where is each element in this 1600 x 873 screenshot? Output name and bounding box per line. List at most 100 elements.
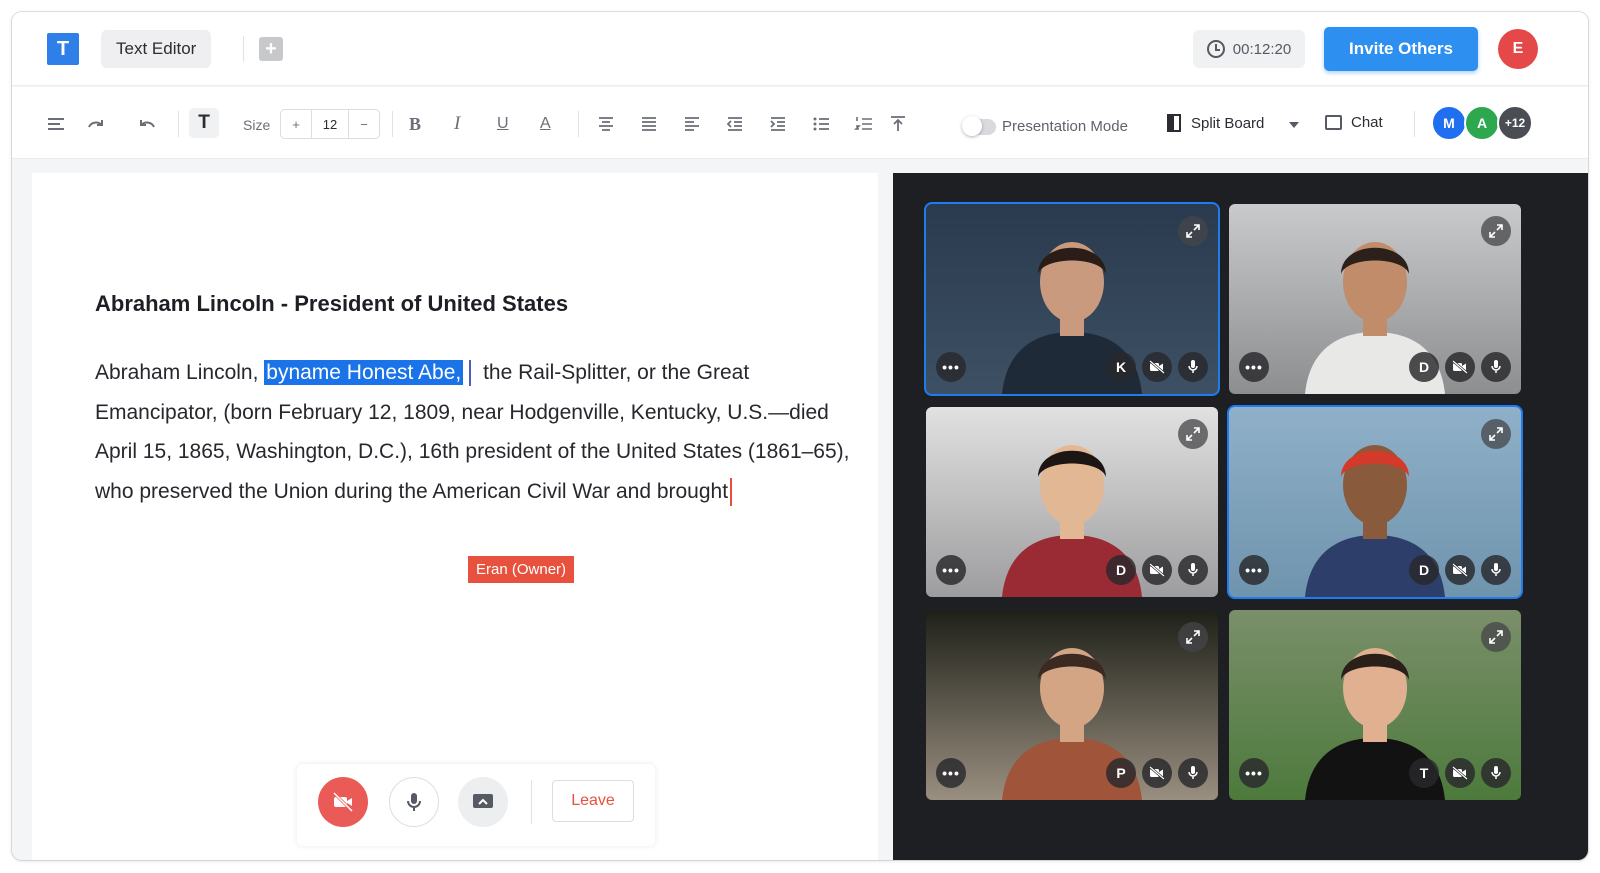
body-text-before: Abraham Lincoln,	[95, 361, 265, 384]
camera-off-button[interactable]	[318, 777, 368, 827]
participant-initial: T	[1409, 758, 1439, 788]
document-body[interactable]: Abraham Lincoln, byname Honest Abe, the …	[95, 353, 855, 511]
video-grid: ••• K ••• D ••• D ••• D ••• P ••• T	[893, 173, 1588, 860]
numbered-list-icon[interactable]	[854, 112, 874, 136]
expand-icon[interactable]	[1481, 622, 1511, 652]
italic-icon[interactable]: I	[454, 112, 460, 136]
camera-off-icon	[332, 791, 354, 813]
formatting-toolbar: T Size + 12 − B I U A Presentation Mode …	[12, 87, 1588, 159]
expand-icon[interactable]	[1481, 216, 1511, 246]
split-board-label: Split Board	[1191, 114, 1265, 132]
call-timer: 00:12:20	[1193, 30, 1305, 68]
microphone-icon[interactable]	[1481, 555, 1511, 585]
leave-button[interactable]: Leave	[552, 780, 634, 822]
bold-icon[interactable]: B	[409, 112, 421, 136]
timer-value: 00:12:20	[1232, 40, 1292, 58]
outdent-icon[interactable]	[725, 112, 745, 136]
more-options-icon[interactable]: •••	[1239, 758, 1269, 788]
align-top-icon[interactable]	[888, 112, 908, 136]
remote-cursor-caret	[730, 477, 733, 506]
more-options-icon[interactable]: •••	[936, 352, 966, 382]
more-options-icon[interactable]: •••	[936, 758, 966, 788]
chat-label: Chat	[1351, 114, 1383, 131]
video-tile[interactable]: ••• P	[926, 610, 1218, 800]
divider	[1414, 111, 1415, 137]
participant-initial: D	[1106, 555, 1136, 585]
indent-icon[interactable]	[768, 112, 788, 136]
more-options-icon[interactable]: •••	[1239, 352, 1269, 382]
size-increase-button[interactable]: +	[281, 110, 311, 138]
microphone-icon[interactable]	[1178, 555, 1208, 585]
video-tile[interactable]: ••• K	[924, 202, 1220, 396]
screen-share-icon	[473, 794, 493, 808]
camera-off-icon[interactable]	[1142, 352, 1172, 382]
add-tab-icon[interactable]: +	[259, 37, 283, 61]
microphone-button[interactable]	[389, 777, 439, 827]
font-size-stepper: + 12 −	[280, 109, 380, 139]
camera-off-icon[interactable]	[1445, 352, 1475, 382]
microphone-icon[interactable]	[1178, 352, 1208, 382]
video-tile[interactable]: ••• D	[1227, 405, 1523, 599]
divider	[531, 780, 532, 824]
align-left-icon[interactable]	[46, 112, 66, 136]
expand-icon[interactable]	[1481, 419, 1511, 449]
font-size-value[interactable]: 12	[311, 110, 349, 138]
text-style-button[interactable]: T	[189, 108, 219, 138]
split-board-icon	[1167, 114, 1181, 132]
microphone-icon[interactable]	[1481, 758, 1511, 788]
microphone-icon	[407, 793, 421, 811]
text-color-icon[interactable]: A	[540, 112, 551, 136]
align-center-icon[interactable]	[596, 112, 616, 136]
app-logo[interactable]: T	[47, 33, 79, 65]
split-board-dropdown[interactable]: Split Board	[1167, 114, 1264, 132]
video-tile[interactable]: ••• T	[1229, 610, 1521, 800]
video-tile[interactable]: ••• D	[926, 407, 1218, 597]
underline-icon[interactable]: U	[497, 112, 509, 136]
presentation-mode-label: Presentation Mode	[1002, 118, 1128, 135]
more-options-icon[interactable]: •••	[936, 555, 966, 585]
divider	[243, 36, 244, 62]
participant-initial: P	[1106, 758, 1136, 788]
divider	[578, 111, 579, 137]
divider	[392, 111, 393, 137]
undo-icon[interactable]	[137, 112, 157, 136]
align-left-2-icon[interactable]	[682, 112, 702, 136]
more-participants-badge[interactable]: +12	[1497, 105, 1533, 141]
participant-avatar[interactable]: A	[1464, 105, 1500, 141]
camera-off-icon[interactable]	[1142, 555, 1172, 585]
chat-icon	[1325, 115, 1342, 130]
document-title[interactable]: Abraham Lincoln - President of United St…	[95, 291, 568, 317]
user-avatar[interactable]: E	[1498, 29, 1538, 69]
size-decrease-button[interactable]: −	[349, 110, 379, 138]
expand-icon[interactable]	[1178, 216, 1208, 246]
camera-off-icon[interactable]	[1445, 758, 1475, 788]
selected-text[interactable]: byname Honest Abe,	[264, 360, 464, 385]
expand-icon[interactable]	[1178, 419, 1208, 449]
expand-icon[interactable]	[1178, 622, 1208, 652]
text-editor-canvas[interactable]: Abraham Lincoln - President of United St…	[32, 173, 878, 860]
app-window: T Text Editor + 00:12:20 Invite Others E…	[12, 12, 1588, 860]
document-tab-label: Text Editor	[116, 39, 197, 58]
chevron-down-icon[interactable]	[1289, 122, 1299, 128]
camera-off-icon[interactable]	[1142, 758, 1172, 788]
participant-initial: D	[1409, 352, 1439, 382]
microphone-icon[interactable]	[1481, 352, 1511, 382]
more-options-icon[interactable]: •••	[1239, 555, 1269, 585]
participant-initial: K	[1106, 352, 1136, 382]
text-cursor-icon	[465, 360, 475, 387]
invite-others-button[interactable]: Invite Others	[1324, 27, 1478, 71]
align-justify-icon[interactable]	[639, 112, 659, 136]
document-tab[interactable]: Text Editor	[101, 30, 212, 68]
screen-share-button[interactable]	[458, 777, 508, 827]
presentation-mode-toggle[interactable]	[962, 116, 996, 136]
participant-avatar[interactable]: M	[1431, 105, 1467, 141]
chat-button[interactable]: Chat	[1325, 114, 1383, 131]
divider	[178, 111, 179, 137]
redo-icon[interactable]	[86, 112, 106, 136]
video-tile[interactable]: ••• D	[1229, 204, 1521, 394]
bullet-list-icon[interactable]	[811, 112, 831, 136]
top-bar: T Text Editor + 00:12:20 Invite Others E	[12, 12, 1588, 86]
camera-off-icon[interactable]	[1445, 555, 1475, 585]
clock-icon	[1206, 40, 1225, 58]
microphone-icon[interactable]	[1178, 758, 1208, 788]
